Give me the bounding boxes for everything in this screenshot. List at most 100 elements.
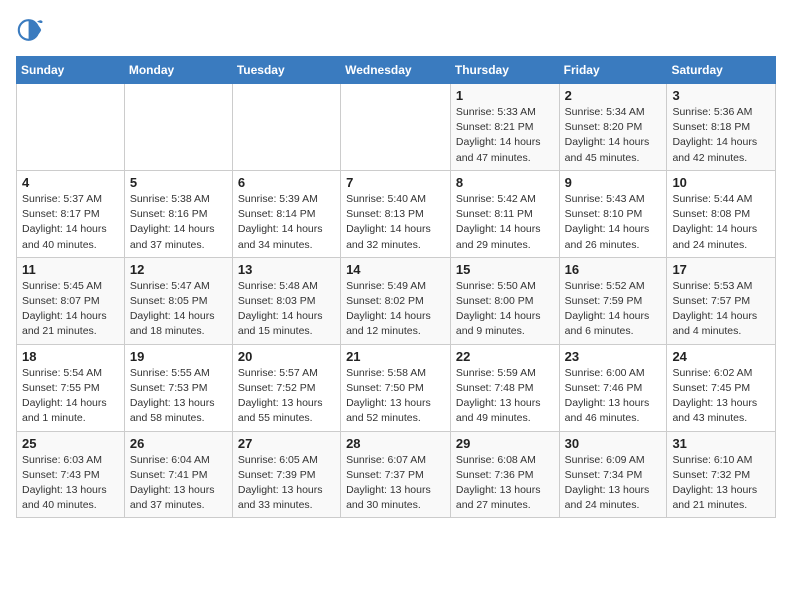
day-number: 18 bbox=[22, 349, 119, 364]
day-number: 25 bbox=[22, 436, 119, 451]
calendar-cell: 29 Sunrise: 6:08 AM Sunset: 7:36 PM Dayli… bbox=[450, 431, 559, 518]
day-info: Sunrise: 5:59 AM Sunset: 7:48 PM Dayligh… bbox=[456, 366, 554, 427]
header-day: Tuesday bbox=[232, 57, 340, 84]
calendar-cell: 9 Sunrise: 5:43 AM Sunset: 8:10 PM Daylig… bbox=[559, 170, 667, 257]
calendar-cell: 3 Sunrise: 5:36 AM Sunset: 8:18 PM Daylig… bbox=[667, 84, 776, 171]
day-number: 6 bbox=[238, 175, 335, 190]
header-day: Saturday bbox=[667, 57, 776, 84]
calendar-cell: 12 Sunrise: 5:47 AM Sunset: 8:05 PM Dayli… bbox=[124, 257, 232, 344]
day-number: 28 bbox=[346, 436, 445, 451]
calendar-cell: 11 Sunrise: 5:45 AM Sunset: 8:07 PM Dayli… bbox=[17, 257, 125, 344]
calendar-cell: 18 Sunrise: 5:54 AM Sunset: 7:55 PM Dayli… bbox=[17, 344, 125, 431]
calendar-cell: 25 Sunrise: 6:03 AM Sunset: 7:43 PM Dayli… bbox=[17, 431, 125, 518]
calendar-cell: 31Sunrise: 6:10 AM Sunset: 7:32 PM Dayli… bbox=[667, 431, 776, 518]
day-number: 21 bbox=[346, 349, 445, 364]
day-info: Sunrise: 5:40 AM Sunset: 8:13 PM Dayligh… bbox=[346, 192, 445, 253]
day-number: 15 bbox=[456, 262, 554, 277]
day-info: Sunrise: 5:47 AM Sunset: 8:05 PM Dayligh… bbox=[130, 279, 227, 340]
header-day: Friday bbox=[559, 57, 667, 84]
calendar-cell: 26 Sunrise: 6:04 AM Sunset: 7:41 PM Dayli… bbox=[124, 431, 232, 518]
day-number: 5 bbox=[130, 175, 227, 190]
day-number: 3 bbox=[672, 88, 770, 103]
calendar-cell: 27Sunrise: 6:05 AM Sunset: 7:39 PM Dayli… bbox=[232, 431, 340, 518]
day-number: 13 bbox=[238, 262, 335, 277]
day-info: Sunrise: 5:54 AM Sunset: 7:55 PM Dayligh… bbox=[22, 366, 119, 427]
calendar-cell: 16Sunrise: 5:52 AM Sunset: 7:59 PM Dayli… bbox=[559, 257, 667, 344]
day-number: 7 bbox=[346, 175, 445, 190]
day-number: 24 bbox=[672, 349, 770, 364]
logo-icon bbox=[16, 16, 44, 44]
calendar-table: SundayMondayTuesdayWednesdayThursdayFrid… bbox=[16, 56, 776, 518]
day-info: Sunrise: 5:39 AM Sunset: 8:14 PM Dayligh… bbox=[238, 192, 335, 253]
day-info: Sunrise: 5:37 AM Sunset: 8:17 PM Dayligh… bbox=[22, 192, 119, 253]
day-number: 27 bbox=[238, 436, 335, 451]
day-number: 11 bbox=[22, 262, 119, 277]
day-info: Sunrise: 5:58 AM Sunset: 7:50 PM Dayligh… bbox=[346, 366, 445, 427]
calendar-cell: 22 Sunrise: 5:59 AM Sunset: 7:48 PM Dayli… bbox=[450, 344, 559, 431]
day-number: 20 bbox=[238, 349, 335, 364]
calendar-cell: 6 Sunrise: 5:39 AM Sunset: 8:14 PM Daylig… bbox=[232, 170, 340, 257]
day-number: 12 bbox=[130, 262, 227, 277]
day-info: Sunrise: 5:52 AM Sunset: 7:59 PM Dayligh… bbox=[565, 279, 662, 340]
day-info: Sunrise: 5:43 AM Sunset: 8:10 PM Dayligh… bbox=[565, 192, 662, 253]
day-number: 8 bbox=[456, 175, 554, 190]
calendar-cell: 2Sunrise: 5:34 AM Sunset: 8:20 PM Daylig… bbox=[559, 84, 667, 171]
header-row: SundayMondayTuesdayWednesdayThursdayFrid… bbox=[17, 57, 776, 84]
calendar-cell: 1 Sunrise: 5:33 AM Sunset: 8:21 PM Daylig… bbox=[450, 84, 559, 171]
day-number: 30 bbox=[565, 436, 662, 451]
day-info: Sunrise: 6:03 AM Sunset: 7:43 PM Dayligh… bbox=[22, 453, 119, 514]
page-header bbox=[16, 16, 776, 44]
day-number: 17 bbox=[672, 262, 770, 277]
day-info: Sunrise: 5:36 AM Sunset: 8:18 PM Dayligh… bbox=[672, 105, 770, 166]
day-number: 10 bbox=[672, 175, 770, 190]
calendar-week: 25 Sunrise: 6:03 AM Sunset: 7:43 PM Dayli… bbox=[17, 431, 776, 518]
day-number: 26 bbox=[130, 436, 227, 451]
day-info: Sunrise: 6:09 AM Sunset: 7:34 PM Dayligh… bbox=[565, 453, 662, 514]
day-info: Sunrise: 5:55 AM Sunset: 7:53 PM Dayligh… bbox=[130, 366, 227, 427]
calendar-cell: 8 Sunrise: 5:42 AM Sunset: 8:11 PM Daylig… bbox=[450, 170, 559, 257]
day-number: 19 bbox=[130, 349, 227, 364]
calendar-cell: 20 Sunrise: 5:57 AM Sunset: 7:52 PM Dayli… bbox=[232, 344, 340, 431]
day-info: Sunrise: 5:57 AM Sunset: 7:52 PM Dayligh… bbox=[238, 366, 335, 427]
calendar-cell: 21 Sunrise: 5:58 AM Sunset: 7:50 PM Dayli… bbox=[341, 344, 451, 431]
day-info: Sunrise: 6:02 AM Sunset: 7:45 PM Dayligh… bbox=[672, 366, 770, 427]
calendar-week: 1 Sunrise: 5:33 AM Sunset: 8:21 PM Daylig… bbox=[17, 84, 776, 171]
day-number: 4 bbox=[22, 175, 119, 190]
calendar-cell bbox=[341, 84, 451, 171]
calendar-cell: 4 Sunrise: 5:37 AM Sunset: 8:17 PM Daylig… bbox=[17, 170, 125, 257]
calendar-cell bbox=[124, 84, 232, 171]
day-number: 9 bbox=[565, 175, 662, 190]
day-info: Sunrise: 6:07 AM Sunset: 7:37 PM Dayligh… bbox=[346, 453, 445, 514]
calendar-cell: 7 Sunrise: 5:40 AM Sunset: 8:13 PM Daylig… bbox=[341, 170, 451, 257]
day-info: Sunrise: 5:48 AM Sunset: 8:03 PM Dayligh… bbox=[238, 279, 335, 340]
day-info: Sunrise: 5:53 AM Sunset: 7:57 PM Dayligh… bbox=[672, 279, 770, 340]
day-number: 1 bbox=[456, 88, 554, 103]
calendar-cell bbox=[232, 84, 340, 171]
calendar-cell: 14Sunrise: 5:49 AM Sunset: 8:02 PM Dayli… bbox=[341, 257, 451, 344]
header-day: Sunday bbox=[17, 57, 125, 84]
day-info: Sunrise: 6:00 AM Sunset: 7:46 PM Dayligh… bbox=[565, 366, 662, 427]
calendar-header: SundayMondayTuesdayWednesdayThursdayFrid… bbox=[17, 57, 776, 84]
calendar-cell bbox=[17, 84, 125, 171]
calendar-cell: 24 Sunrise: 6:02 AM Sunset: 7:45 PM Dayli… bbox=[667, 344, 776, 431]
day-info: Sunrise: 5:45 AM Sunset: 8:07 PM Dayligh… bbox=[22, 279, 119, 340]
calendar-cell: 17 Sunrise: 5:53 AM Sunset: 7:57 PM Dayli… bbox=[667, 257, 776, 344]
day-info: Sunrise: 5:42 AM Sunset: 8:11 PM Dayligh… bbox=[456, 192, 554, 253]
day-info: Sunrise: 6:08 AM Sunset: 7:36 PM Dayligh… bbox=[456, 453, 554, 514]
day-number: 22 bbox=[456, 349, 554, 364]
day-info: Sunrise: 5:49 AM Sunset: 8:02 PM Dayligh… bbox=[346, 279, 445, 340]
calendar-week: 11 Sunrise: 5:45 AM Sunset: 8:07 PM Dayli… bbox=[17, 257, 776, 344]
calendar-week: 4 Sunrise: 5:37 AM Sunset: 8:17 PM Daylig… bbox=[17, 170, 776, 257]
header-day: Wednesday bbox=[341, 57, 451, 84]
day-info: Sunrise: 6:10 AM Sunset: 7:32 PM Dayligh… bbox=[672, 453, 770, 514]
day-info: Sunrise: 5:33 AM Sunset: 8:21 PM Dayligh… bbox=[456, 105, 554, 166]
calendar-cell: 19 Sunrise: 5:55 AM Sunset: 7:53 PM Dayli… bbox=[124, 344, 232, 431]
calendar-cell: 13 Sunrise: 5:48 AM Sunset: 8:03 PM Dayli… bbox=[232, 257, 340, 344]
calendar-cell: 28 Sunrise: 6:07 AM Sunset: 7:37 PM Dayli… bbox=[341, 431, 451, 518]
calendar-cell: 23Sunrise: 6:00 AM Sunset: 7:46 PM Dayli… bbox=[559, 344, 667, 431]
day-number: 29 bbox=[456, 436, 554, 451]
day-info: Sunrise: 5:34 AM Sunset: 8:20 PM Dayligh… bbox=[565, 105, 662, 166]
calendar-cell: 5 Sunrise: 5:38 AM Sunset: 8:16 PM Daylig… bbox=[124, 170, 232, 257]
day-info: Sunrise: 6:04 AM Sunset: 7:41 PM Dayligh… bbox=[130, 453, 227, 514]
day-info: Sunrise: 5:38 AM Sunset: 8:16 PM Dayligh… bbox=[130, 192, 227, 253]
